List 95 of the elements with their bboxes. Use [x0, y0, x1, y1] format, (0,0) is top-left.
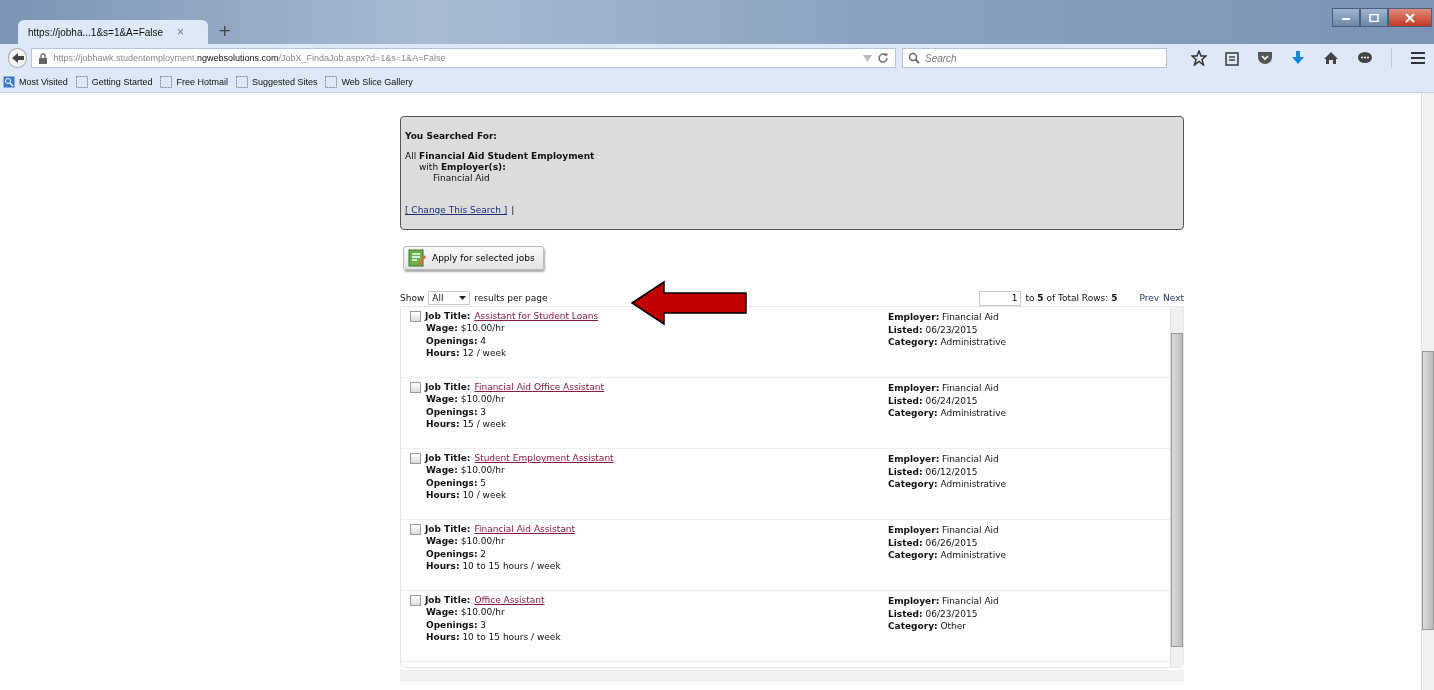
bookmark-link[interactable]: Free Hotmail — [160, 76, 228, 88]
job-detail: Wage: $10.00/hr — [425, 535, 506, 548]
summary-text: Financial Aid — [432, 173, 491, 184]
reload-icon[interactable] — [877, 52, 889, 64]
job-detail: Openings: 3 — [425, 405, 488, 418]
clipboard-icon[interactable] — [1225, 50, 1239, 66]
job-detail: Hours: 10 to 15 hours / week — [425, 560, 562, 573]
menu-icon[interactable] — [1410, 51, 1426, 65]
job-detail: Employer: Financial Aid — [888, 382, 1000, 395]
scrollbar[interactable] — [1170, 307, 1183, 667]
bookmark-link[interactable]: Getting Started — [75, 76, 153, 88]
job-detail: Openings: 5 — [425, 476, 488, 489]
job-checkbox[interactable] — [410, 523, 421, 535]
job-detail: Wage: $10.00/hr — [425, 606, 506, 619]
bookmark-link[interactable]: Web Slice Gallery — [325, 76, 413, 88]
summary-text: with Employer(s): — [418, 162, 507, 173]
page-icon — [75, 76, 88, 88]
page-icon — [160, 76, 173, 88]
page-input[interactable]: 1 — [979, 290, 1022, 306]
summary-heading: You Searched For: — [405, 131, 498, 141]
job-title-label: Job Title: — [425, 382, 471, 392]
job-detail: Listed: 06/23/2015 — [888, 323, 979, 336]
maximize-icon — [1368, 13, 1380, 22]
job-title-link[interactable]: Assistant for Student Loans — [474, 311, 599, 321]
row-range-text: to 5 of Total Rows: 5 — [1025, 293, 1118, 303]
page-icon — [235, 76, 248, 88]
job-detail: Wage: $10.00/hr — [425, 393, 506, 406]
job-detail: Wage: $10.00/hr — [425, 464, 506, 477]
star-icon[interactable] — [1191, 50, 1207, 66]
job-title-label: Job Title: — [425, 524, 471, 534]
chat-icon[interactable] — [1357, 51, 1373, 65]
job-detail: Hours: 10 / week — [425, 489, 508, 502]
pocket-icon[interactable] — [1257, 51, 1273, 65]
caret-icon — [459, 296, 467, 300]
job-detail: Employer: Financial Aid — [888, 595, 999, 608]
job-title-link[interactable]: Financial Aid Office Assistant — [474, 382, 605, 392]
job-checkbox[interactable] — [410, 381, 421, 393]
close-button[interactable] — [1388, 8, 1432, 27]
results-per-page-label: results per page — [474, 293, 548, 303]
back-arrow-icon — [10, 52, 25, 64]
job-detail: Openings: 2 — [425, 547, 488, 560]
job-detail: Hours: 10 to 15 hours / week — [425, 631, 562, 644]
job-detail: Openings: 3 — [425, 618, 488, 631]
job-detail: Wage: $10.00/hr — [425, 322, 506, 335]
job-title-link[interactable]: Financial Aid Assistant — [474, 524, 575, 534]
job-detail: Category: Administrative — [888, 478, 1006, 491]
download-icon[interactable] — [1291, 50, 1305, 66]
job-title-link[interactable]: Office Assistant — [474, 595, 545, 605]
bookmark-link[interactable]: Most Visited — [3, 76, 68, 88]
bookmarks-icon — [3, 76, 15, 88]
job-checkbox[interactable] — [410, 310, 421, 322]
job-title-link[interactable]: Student Employment Assistant — [474, 453, 614, 463]
job-detail: Listed: 06/24/2015 — [888, 394, 979, 407]
lock-icon — [38, 52, 49, 64]
job-detail: Employer: Financial Aid — [888, 311, 1000, 324]
separator-text: | — [511, 205, 515, 215]
job-detail: Listed: 06/23/2015 — [888, 607, 979, 620]
job-detail: Category: Administrative — [888, 407, 1006, 420]
job-detail: Employer: Financial Aid — [888, 524, 1000, 537]
job-detail: Employer: Financial Aid — [888, 453, 1000, 466]
page-scrollbar[interactable] — [1421, 93, 1434, 690]
new-tab-button[interactable]: + — [218, 21, 232, 40]
job-detail: Listed: 06/12/2015 — [888, 465, 979, 478]
summary-text: All Financial Aid Student Employment — [405, 151, 596, 162]
close-tab-button[interactable]: × — [177, 25, 185, 39]
close-icon — [1404, 12, 1416, 23]
next-link[interactable]: Next — [1163, 293, 1184, 303]
job-checkbox[interactable] — [410, 594, 421, 606]
browser-tab[interactable]: https://jobha...1&s=1&A=False × — [18, 20, 208, 44]
job-detail: Hours: 12 / week — [425, 347, 508, 360]
search-icon — [908, 52, 920, 64]
page-icon — [325, 76, 338, 88]
job-checkbox[interactable] — [410, 452, 421, 464]
address-bar[interactable]: https://jobhawk.studentemployment.ngwebsolutions.com/JobX_FindaJob.aspx?d=1&s=1&A=False — [31, 48, 896, 68]
job-detail: Listed: 06/26/2015 — [888, 536, 979, 549]
job-detail: Openings: 4 — [425, 334, 488, 347]
bookmark-link[interactable]: Suggested Sites — [235, 76, 318, 88]
show-label: Show — [400, 293, 425, 303]
job-detail: Category: Administrative — [888, 549, 1006, 562]
job-detail: Hours: 15 / week — [425, 418, 508, 431]
minimize-button[interactable] — [1332, 8, 1360, 27]
job-title-label: Job Title: — [425, 595, 471, 605]
job-detail: Category: Other — [888, 620, 968, 633]
search-field[interactable]: Search — [902, 48, 1167, 68]
back-button[interactable] — [8, 48, 28, 68]
change-search-link[interactable]: [ Change This Search ] — [405, 205, 508, 215]
results-per-page-dropdown[interactable]: All — [428, 291, 471, 305]
job-detail: Category: Administrative — [888, 336, 1006, 349]
apply-button[interactable]: Apply for selected jobs — [403, 246, 544, 270]
home-icon[interactable] — [1323, 51, 1339, 65]
form-edit-icon — [408, 249, 426, 267]
job-title-label: Job Title: — [425, 311, 471, 321]
job-title-label: Job Title: — [425, 453, 471, 463]
maximize-button[interactable] — [1360, 8, 1388, 27]
prev-link[interactable]: Prev — [1139, 293, 1160, 303]
